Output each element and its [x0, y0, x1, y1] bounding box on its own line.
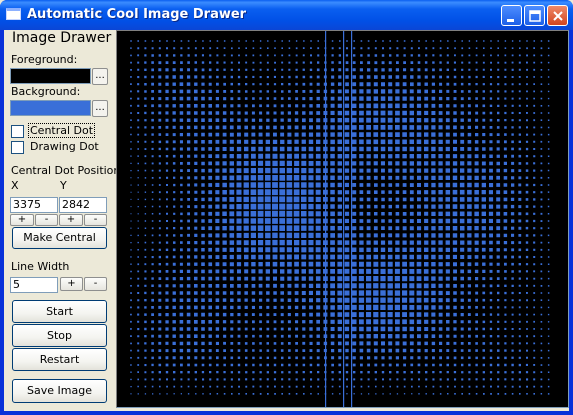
stop-button[interactable]: Stop: [12, 324, 107, 347]
drawing-dot-checkbox[interactable]: [11, 141, 24, 154]
background-color-swatch[interactable]: [10, 100, 91, 116]
line-width-plus-button[interactable]: +: [60, 277, 83, 291]
line-width-minus-button[interactable]: -: [84, 277, 107, 291]
restart-button[interactable]: Restart: [12, 348, 107, 371]
line-width-input[interactable]: 5: [10, 277, 58, 293]
drawing-canvas[interactable]: [116, 30, 569, 408]
client-area: Image Drawer Foreground: ... Background:…: [4, 30, 569, 411]
x-position-input[interactable]: 3375: [10, 197, 58, 213]
window-title: Automatic Cool Image Drawer: [27, 7, 247, 22]
background-browse-button[interactable]: ...: [92, 100, 108, 117]
line-width-label: Line Width: [11, 260, 70, 273]
minimize-button[interactable]: [501, 5, 522, 26]
start-button[interactable]: Start: [12, 300, 107, 323]
x-minus-button[interactable]: -: [35, 214, 58, 226]
maximize-button[interactable]: [524, 5, 545, 26]
y-position-input[interactable]: 2842: [59, 197, 107, 213]
make-central-button[interactable]: Make Central: [12, 227, 107, 249]
background-label: Background:: [11, 85, 81, 98]
close-button[interactable]: [547, 5, 568, 26]
pattern-line: [325, 31, 327, 407]
pattern-line: [351, 31, 353, 407]
y-plus-button[interactable]: +: [59, 214, 83, 226]
app-window: Automatic Cool Image Drawer Image Drawer…: [0, 0, 573, 415]
panel-heading: Image Drawer: [12, 30, 112, 46]
pattern-line: [343, 31, 345, 407]
minimize-icon: [507, 19, 514, 22]
foreground-label: Foreground:: [11, 53, 78, 66]
pattern-dots: [130, 40, 550, 395]
foreground-browse-button[interactable]: ...: [92, 68, 108, 85]
central-dot-position-label: Central Dot Position:: [11, 164, 125, 177]
close-icon: [553, 11, 563, 21]
x-plus-button[interactable]: +: [10, 214, 34, 226]
app-icon: [6, 8, 21, 20]
maximize-icon: [529, 10, 541, 22]
central-dot-checkbox[interactable]: [11, 125, 24, 138]
save-image-button[interactable]: Save Image: [12, 379, 107, 403]
drawing-dot-label[interactable]: Drawing Dot: [30, 140, 99, 153]
control-panel: Image Drawer Foreground: ... Background:…: [4, 30, 124, 411]
y-minus-button[interactable]: -: [84, 214, 107, 226]
foreground-color-swatch[interactable]: [10, 68, 91, 84]
y-label: Y: [60, 179, 67, 192]
x-label: X: [11, 179, 19, 192]
title-bar[interactable]: Automatic Cool Image Drawer: [0, 0, 573, 30]
central-dot-label[interactable]: Central Dot: [27, 123, 96, 138]
moire-pattern: [130, 31, 550, 407]
